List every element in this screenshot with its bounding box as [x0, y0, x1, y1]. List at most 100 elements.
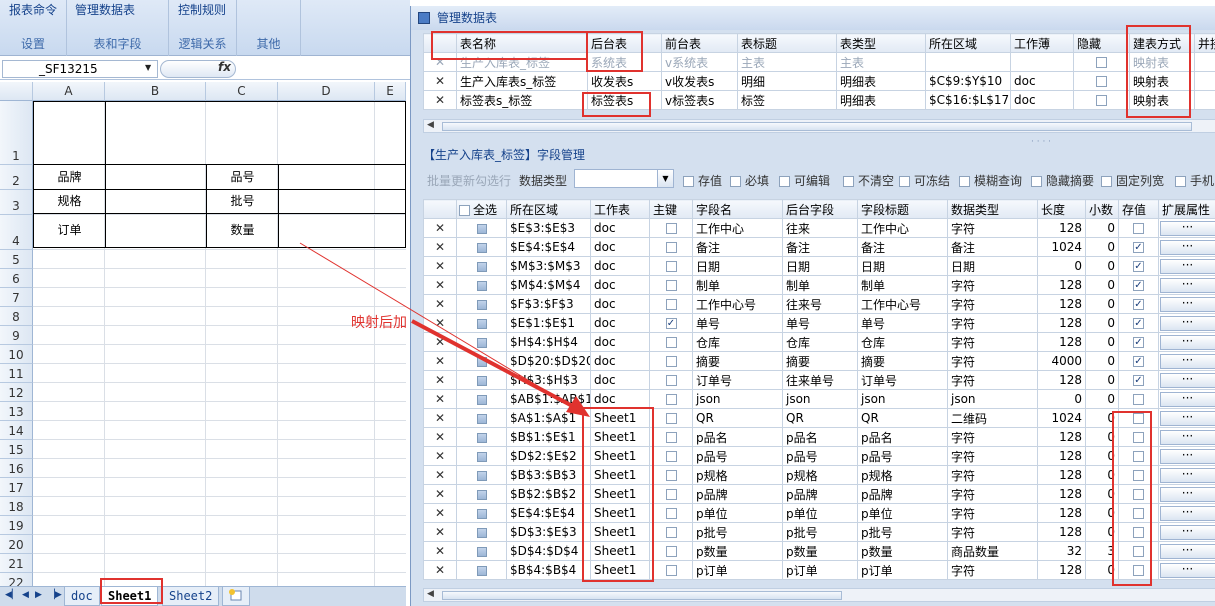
- table-grid-column-header[interactable]: 表标题: [737, 33, 837, 53]
- field-cell-sheet[interactable]: doc: [590, 351, 650, 371]
- field-row[interactable]: ✕ $E$1:$E$1 doc ✓ 单号 单号 单号 字符 128 0 ✓ ···: [423, 313, 1215, 333]
- row-select-checkbox[interactable]: [476, 546, 487, 557]
- store-checkbox[interactable]: [1133, 223, 1144, 234]
- field-cell-field[interactable]: p订单: [692, 560, 783, 580]
- row-select-cell[interactable]: [456, 484, 507, 504]
- field-cell-title[interactable]: 日期: [857, 256, 948, 276]
- filter-4[interactable]: 可冻结: [899, 172, 950, 189]
- field-row[interactable]: ✕ $E$4:$E$4 Sheet1 p单位 p单位 p单位 字符 128 0 ···: [423, 503, 1215, 523]
- field-cell-len[interactable]: 128: [1037, 332, 1086, 352]
- delete-row-icon[interactable]: ✕: [423, 389, 457, 409]
- field-row[interactable]: ✕ $D$4:$D$4 Sheet1 p数量 p数量 p数量 商品数量 32 3 ···: [423, 541, 1215, 561]
- delete-row-icon[interactable]: ✕: [423, 465, 457, 485]
- cell-model-label[interactable]: 品号: [206, 164, 279, 190]
- field-cell-title[interactable]: 单号: [857, 313, 948, 333]
- field-grid-column-header[interactable]: 小数: [1085, 199, 1119, 219]
- primary-key-checkbox[interactable]: [665, 261, 677, 272]
- field-cell-range[interactable]: $D$3:$E$3: [506, 522, 591, 542]
- row-select-cell[interactable]: [456, 541, 507, 561]
- row-select-cell[interactable]: [456, 408, 507, 428]
- row-header[interactable]: 21: [0, 554, 33, 573]
- field-cell-store[interactable]: ✓: [1118, 256, 1159, 276]
- ext-attr-button[interactable]: ···: [1159, 430, 1215, 445]
- field-cell-field[interactable]: p数量: [692, 541, 783, 561]
- row-header[interactable]: 1: [0, 101, 33, 165]
- field-cell-len[interactable]: 1024: [1037, 237, 1086, 257]
- store-checkbox[interactable]: ✓: [1133, 337, 1144, 348]
- cell-brand-value[interactable]: [105, 164, 207, 190]
- field-cell-field[interactable]: 工作中心: [692, 218, 783, 238]
- select-all-checkbox[interactable]: [459, 204, 470, 216]
- cell-model-value[interactable]: [278, 164, 406, 190]
- field-cell-sheet[interactable]: doc: [590, 389, 650, 409]
- row-header[interactable]: 9: [0, 326, 33, 345]
- report-command-button[interactable]: 报表命令: [9, 1, 57, 18]
- cell-qty-label[interactable]: 数量: [206, 213, 279, 248]
- table-cell-hidden[interactable]: [1073, 90, 1130, 110]
- field-cell-field[interactable]: json: [692, 389, 783, 409]
- field-cell-ext[interactable]: ···: [1158, 408, 1215, 428]
- field-cell-back[interactable]: 单号: [782, 313, 858, 333]
- row-header[interactable]: 19: [0, 516, 33, 535]
- field-cell-pk[interactable]: [649, 294, 693, 314]
- cell-batch-label[interactable]: 批号: [206, 189, 279, 214]
- field-row[interactable]: ✕ $F$3:$F$3 doc 工作中心号 往来号 工作中心号 字符 128 0 ✓ ···: [423, 294, 1215, 314]
- field-cell-pk[interactable]: [649, 332, 693, 352]
- primary-key-checkbox[interactable]: [665, 280, 677, 291]
- row-select-cell[interactable]: [456, 351, 507, 371]
- filter-checkbox[interactable]: [959, 176, 970, 187]
- field-row[interactable]: ✕ $M$3:$M$3 doc 日期 日期 日期 日期 0 0 ✓ ···: [423, 256, 1215, 276]
- field-cell-pk[interactable]: [649, 256, 693, 276]
- field-cell-pk[interactable]: ✓: [649, 313, 693, 333]
- table-cell-front[interactable]: v收发表s: [661, 71, 738, 91]
- field-cell-sheet[interactable]: doc: [590, 275, 650, 295]
- field-cell-dtype[interactable]: json: [947, 389, 1038, 409]
- primary-key-checkbox[interactable]: [665, 413, 677, 424]
- row-select-checkbox[interactable]: [476, 223, 487, 234]
- ext-attr-button[interactable]: ···: [1159, 449, 1215, 464]
- field-grid-hscroll[interactable]: ◀: [423, 588, 1215, 602]
- primary-key-checkbox[interactable]: [665, 546, 677, 557]
- field-cell-dtype[interactable]: 字符: [947, 313, 1038, 333]
- table-cell-front[interactable]: v标签表s: [661, 90, 738, 110]
- field-cell-range[interactable]: $E$3:$E$3: [506, 218, 591, 238]
- row-select-checkbox[interactable]: [476, 394, 487, 405]
- field-cell-len[interactable]: 128: [1037, 313, 1086, 333]
- row-select-cell[interactable]: [456, 446, 507, 466]
- delete-row-icon[interactable]: ✕: [423, 408, 457, 428]
- chevron-down-icon[interactable]: ▼: [657, 170, 673, 187]
- scroll-left-icon[interactable]: ◀: [427, 589, 434, 599]
- field-grid-column-header[interactable]: 数据类型: [947, 199, 1038, 219]
- field-cell-range[interactable]: $B$2:$B$2: [506, 484, 591, 504]
- table-cell-type[interactable]: 主表: [836, 52, 926, 72]
- row-select-checkbox[interactable]: [476, 565, 487, 576]
- field-cell-field[interactable]: 摘要: [692, 351, 783, 371]
- scroll-left-icon[interactable]: ◀: [427, 120, 434, 130]
- filter-checkbox[interactable]: [1101, 176, 1112, 187]
- filter-3[interactable]: 不清空: [843, 172, 894, 189]
- table-cell-hidden[interactable]: [1073, 52, 1130, 72]
- row-header[interactable]: 18: [0, 497, 33, 516]
- field-cell-title[interactable]: 摘要: [857, 351, 948, 371]
- field-cell-range[interactable]: $H$3:$H$3: [506, 370, 591, 390]
- field-cell-dtype[interactable]: 字符: [947, 465, 1038, 485]
- row-select-cell[interactable]: [456, 256, 507, 276]
- field-cell-back[interactable]: 往来: [782, 218, 858, 238]
- table-grid-column-header[interactable]: 隐藏: [1073, 33, 1130, 53]
- field-cell-sheet[interactable]: doc: [590, 313, 650, 333]
- field-cell-ext[interactable]: ···: [1158, 313, 1215, 333]
- column-header[interactable]: A: [33, 82, 105, 101]
- row-header[interactable]: 20: [0, 535, 33, 554]
- field-grid-column-header[interactable]: 后台字段: [782, 199, 858, 219]
- chevron-down-icon[interactable]: ▼: [145, 63, 151, 72]
- ext-attr-button[interactable]: ···: [1159, 354, 1215, 369]
- store-checkbox[interactable]: ✓: [1133, 280, 1144, 291]
- primary-key-checkbox[interactable]: [665, 394, 677, 405]
- field-cell-dec[interactable]: 0: [1085, 370, 1119, 390]
- field-cell-back[interactable]: p订单: [782, 560, 858, 580]
- field-cell-title[interactable]: p品牌: [857, 484, 948, 504]
- row-header[interactable]: 17: [0, 478, 33, 497]
- row-select-checkbox[interactable]: [476, 451, 487, 462]
- field-cell-range[interactable]: $B$1:$E$1: [506, 427, 591, 447]
- sheet-tab-sheet2[interactable]: Sheet2: [162, 587, 220, 606]
